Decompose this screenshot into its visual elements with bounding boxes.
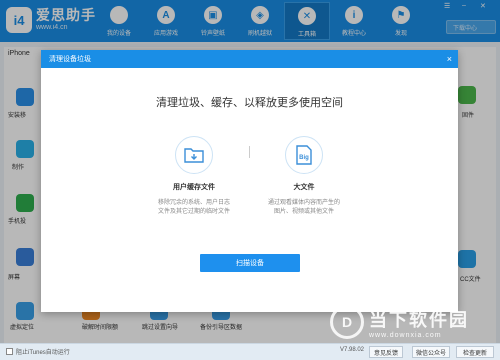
option-title: 大文件 [293,184,315,191]
dialog-heading: 清理垃圾、缓存、以释放更多使用空间 [156,97,343,109]
big-file-icon: Big [285,136,323,174]
watermark: D 当下软件园 www.downxia.com [330,300,500,344]
itunes-label: 阻止iTunes自动运行 [16,350,70,356]
feedback-button[interactable]: 意见反馈 [369,346,403,358]
itunes-toggle[interactable]: 阻止iTunes自动运行 [6,347,70,356]
scan-device-button[interactable]: 扫描设备 [200,254,300,272]
dialog-header: 清理设备垃圾 × [41,50,458,68]
watermark-main: 当下软件园 [369,309,469,330]
option-desc: 通过观看媒体内容而产生的 图片、视频或其他文件 [267,200,340,215]
checkbox[interactable] [6,348,13,355]
status-bar: 阻止iTunes自动运行 V7.98.02 意见反馈 微信公众号 检查更新 [0,343,500,360]
option-big-files[interactable]: Big 大文件 通过观看媒体内容而产生的 图片、视频或其他文件 [249,136,359,217]
svg-text:Big: Big [299,155,309,161]
close-icon[interactable]: × [447,53,452,65]
clean-device-dialog: 清理设备垃圾 × 清理垃圾、缓存、以释放更多使用空间 用户缓存文件 移除冗余的系… [41,50,458,312]
watermark-sub: www.downxia.com [369,331,442,339]
dialog-title: 清理设备垃圾 [49,56,91,63]
version-label: V7.98.02 [340,347,365,353]
watermark-logo-icon: D [330,305,364,339]
check-update-button[interactable]: 检查更新 [456,346,494,358]
wechat-button[interactable]: 微信公众号 [412,346,450,358]
folder-icon [175,136,213,174]
option-title: 用户缓存文件 [173,184,215,191]
option-desc: 移除冗余的系统、用户日志 文件及其它过期的临时文件 [157,200,230,215]
option-user-cache[interactable]: 用户缓存文件 移除冗余的系统、用户日志 文件及其它过期的临时文件 [139,136,249,217]
